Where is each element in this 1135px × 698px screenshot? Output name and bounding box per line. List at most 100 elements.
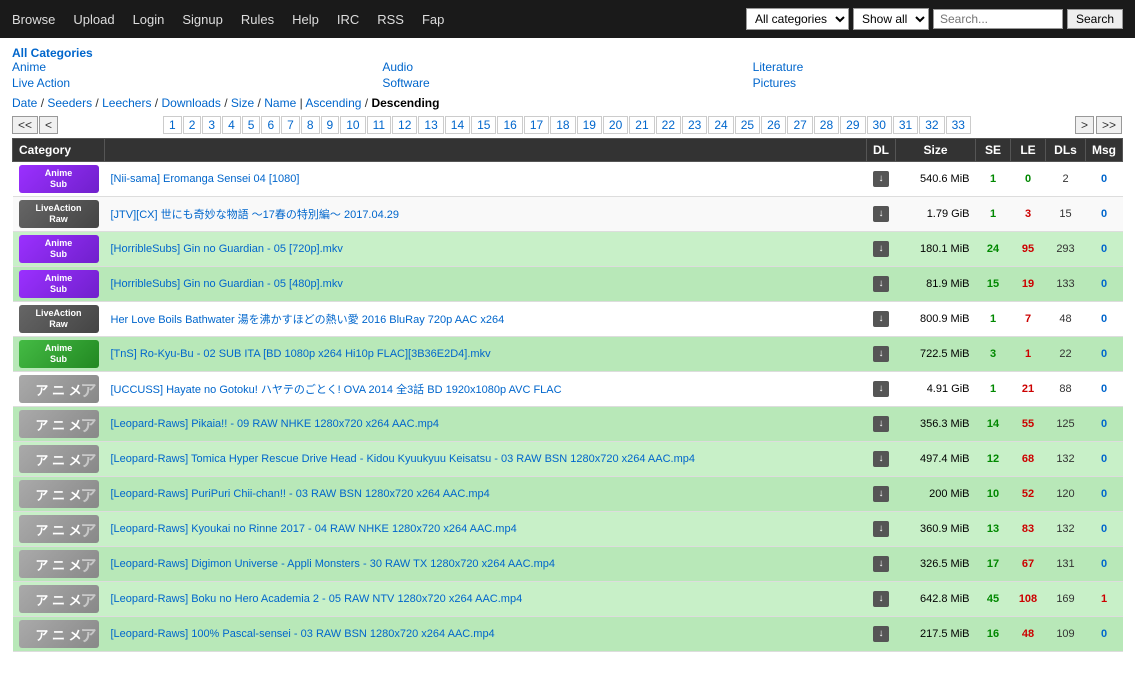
cat-anime[interactable]: Anime bbox=[12, 60, 382, 74]
all-categories-link[interactable]: All Categories bbox=[12, 46, 93, 60]
download-button[interactable]: ↓ bbox=[873, 452, 889, 464]
download-button[interactable]: ↓ bbox=[873, 347, 889, 359]
download-icon[interactable]: ↓ bbox=[873, 626, 889, 642]
torrent-link[interactable]: [JTV][CX] 世にも奇妙な物語 〜17春の特別編〜 2017.04.29 bbox=[111, 209, 400, 221]
nav-rss[interactable]: RSS bbox=[377, 12, 404, 27]
page-next[interactable]: > bbox=[1075, 116, 1094, 134]
sort-downloads[interactable]: Downloads bbox=[161, 96, 220, 110]
page-33[interactable]: 33 bbox=[946, 116, 971, 134]
download-button[interactable]: ↓ bbox=[873, 557, 889, 569]
nav-help[interactable]: Help bbox=[292, 12, 319, 27]
download-icon[interactable]: ↓ bbox=[873, 171, 889, 187]
download-icon[interactable]: ↓ bbox=[873, 346, 889, 362]
page-13[interactable]: 13 bbox=[418, 116, 443, 134]
cat-liveaction[interactable]: Live Action bbox=[12, 76, 382, 90]
torrent-link[interactable]: [Leopard-Raws] Kyoukai no Rinne 2017 - 0… bbox=[111, 523, 517, 535]
page-16[interactable]: 16 bbox=[497, 116, 522, 134]
torrent-link[interactable]: [HorribleSubs] Gin no Guardian - 05 [480… bbox=[111, 278, 343, 290]
download-icon[interactable]: ↓ bbox=[873, 451, 889, 467]
torrent-link[interactable]: [TnS] Ro-Kyu-Bu - 02 SUB ITA [BD 1080p x… bbox=[111, 348, 491, 360]
page-19[interactable]: 19 bbox=[577, 116, 602, 134]
torrent-link[interactable]: [Leopard-Raws] 100% Pascal-sensei - 03 R… bbox=[111, 628, 495, 640]
nav-login[interactable]: Login bbox=[133, 12, 165, 27]
download-icon[interactable]: ↓ bbox=[873, 416, 889, 432]
page-15[interactable]: 15 bbox=[471, 116, 496, 134]
nav-signup[interactable]: Signup bbox=[182, 12, 222, 27]
page-30[interactable]: 30 bbox=[867, 116, 892, 134]
category-select[interactable]: All categories bbox=[746, 8, 849, 30]
torrent-link[interactable]: [Leopard-Raws] PuriPuri Chii-chan!! - 03… bbox=[111, 488, 490, 500]
nav-browse[interactable]: Browse bbox=[12, 12, 55, 27]
page-21[interactable]: 21 bbox=[629, 116, 654, 134]
cat-pictures[interactable]: Pictures bbox=[753, 76, 1123, 90]
page-20[interactable]: 20 bbox=[603, 116, 628, 134]
download-button[interactable]: ↓ bbox=[873, 627, 889, 639]
download-button[interactable]: ↓ bbox=[873, 312, 889, 324]
download-icon[interactable]: ↓ bbox=[873, 276, 889, 292]
download-button[interactable]: ↓ bbox=[873, 207, 889, 219]
sort-seeders[interactable]: Seeders bbox=[47, 96, 92, 110]
download-button[interactable]: ↓ bbox=[873, 522, 889, 534]
torrent-link[interactable]: [Leopard-Raws] Tomica Hyper Rescue Drive… bbox=[111, 453, 696, 465]
download-icon[interactable]: ↓ bbox=[873, 521, 889, 537]
download-button[interactable]: ↓ bbox=[873, 172, 889, 184]
page-26[interactable]: 26 bbox=[761, 116, 786, 134]
sort-leechers[interactable]: Leechers bbox=[102, 96, 151, 110]
page-11[interactable]: 11 bbox=[367, 116, 391, 134]
download-icon[interactable]: ↓ bbox=[873, 241, 889, 257]
page-25[interactable]: 25 bbox=[735, 116, 760, 134]
download-icon[interactable]: ↓ bbox=[873, 206, 889, 222]
page-2[interactable]: 2 bbox=[183, 116, 202, 134]
page-1[interactable]: 1 bbox=[163, 116, 182, 134]
page-14[interactable]: 14 bbox=[445, 116, 470, 134]
page-18[interactable]: 18 bbox=[550, 116, 575, 134]
page-31[interactable]: 31 bbox=[893, 116, 918, 134]
page-6[interactable]: 6 bbox=[261, 116, 280, 134]
search-input[interactable] bbox=[933, 9, 1063, 29]
download-button[interactable]: ↓ bbox=[873, 417, 889, 429]
page-28[interactable]: 28 bbox=[814, 116, 839, 134]
page-32[interactable]: 32 bbox=[919, 116, 944, 134]
download-button[interactable]: ↓ bbox=[873, 277, 889, 289]
nav-irc[interactable]: IRC bbox=[337, 12, 359, 27]
page-27[interactable]: 27 bbox=[787, 116, 812, 134]
page-7[interactable]: 7 bbox=[281, 116, 300, 134]
cat-software[interactable]: Software bbox=[382, 76, 752, 90]
sort-ascending[interactable]: Ascending bbox=[305, 96, 361, 110]
sort-size[interactable]: Size bbox=[231, 96, 254, 110]
page-22[interactable]: 22 bbox=[656, 116, 681, 134]
page-24[interactable]: 24 bbox=[708, 116, 733, 134]
nav-upload[interactable]: Upload bbox=[73, 12, 114, 27]
page-17[interactable]: 17 bbox=[524, 116, 549, 134]
download-icon[interactable]: ↓ bbox=[873, 591, 889, 607]
search-button[interactable]: Search bbox=[1067, 9, 1123, 29]
nav-fap[interactable]: Fap bbox=[422, 12, 444, 27]
page-8[interactable]: 8 bbox=[301, 116, 320, 134]
cat-literature[interactable]: Literature bbox=[753, 60, 1123, 74]
page-12[interactable]: 12 bbox=[392, 116, 417, 134]
download-icon[interactable]: ↓ bbox=[873, 556, 889, 572]
page-first[interactable]: << bbox=[12, 116, 38, 134]
torrent-link[interactable]: Her Love Boils Bathwater 湯を沸かすほどの熱い愛 201… bbox=[111, 314, 505, 326]
sort-date[interactable]: Date bbox=[12, 96, 37, 110]
nav-rules[interactable]: Rules bbox=[241, 12, 274, 27]
download-icon[interactable]: ↓ bbox=[873, 311, 889, 327]
torrent-link[interactable]: [Leopard-Raws] Boku no Hero Academia 2 -… bbox=[111, 593, 523, 605]
page-4[interactable]: 4 bbox=[222, 116, 241, 134]
download-button[interactable]: ↓ bbox=[873, 242, 889, 254]
download-icon[interactable]: ↓ bbox=[873, 381, 889, 397]
page-9[interactable]: 9 bbox=[321, 116, 340, 134]
page-10[interactable]: 10 bbox=[340, 116, 365, 134]
torrent-link[interactable]: [Leopard-Raws] Digimon Universe - Appli … bbox=[111, 558, 555, 570]
page-3[interactable]: 3 bbox=[202, 116, 221, 134]
page-5[interactable]: 5 bbox=[242, 116, 261, 134]
download-button[interactable]: ↓ bbox=[873, 487, 889, 499]
download-icon[interactable]: ↓ bbox=[873, 486, 889, 502]
download-button[interactable]: ↓ bbox=[873, 382, 889, 394]
cat-audio[interactable]: Audio bbox=[382, 60, 752, 74]
download-button[interactable]: ↓ bbox=[873, 592, 889, 604]
torrent-link[interactable]: [HorribleSubs] Gin no Guardian - 05 [720… bbox=[111, 243, 343, 255]
torrent-link[interactable]: [Nii-sama] Eromanga Sensei 04 [1080] bbox=[111, 173, 300, 185]
page-last[interactable]: >> bbox=[1096, 116, 1122, 134]
page-prev[interactable]: < bbox=[39, 116, 58, 134]
